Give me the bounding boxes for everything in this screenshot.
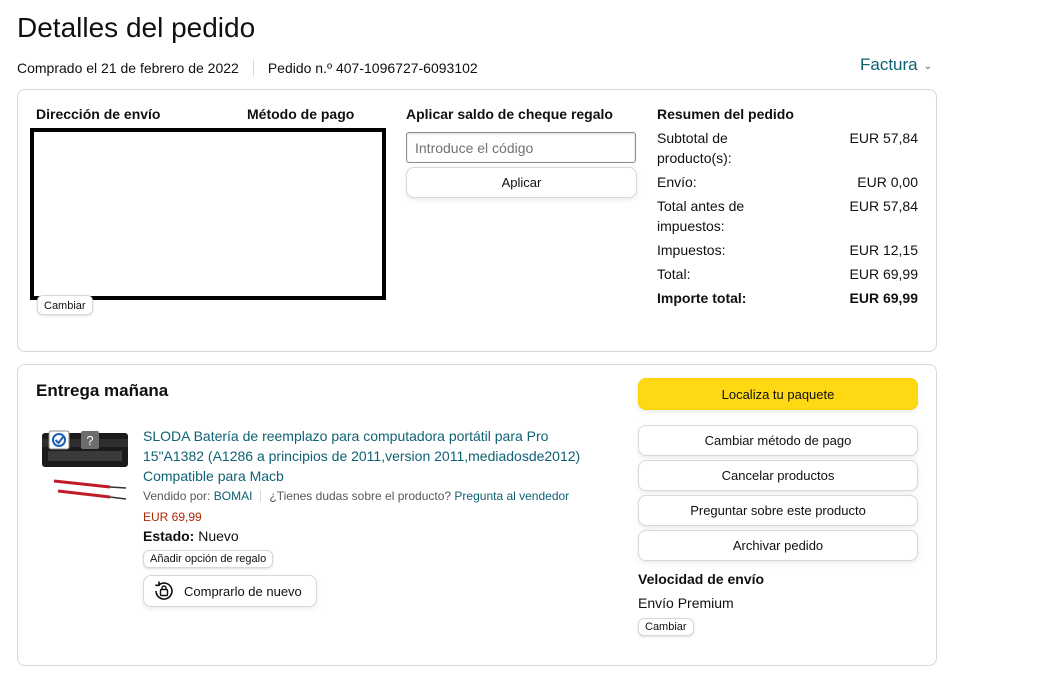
summary-row: Total: EUR 69,99 xyxy=(657,264,918,284)
condition-label: Estado: xyxy=(143,528,195,544)
divider xyxy=(260,490,262,502)
summary-label: Subtotal de producto(s): xyxy=(657,130,732,166)
shipping-speed-value: Envío Premium xyxy=(638,595,734,611)
delivery-title: Entrega mañana xyxy=(36,381,169,400)
condition-value: Nuevo xyxy=(198,528,239,544)
summary-value: EUR 69,99 xyxy=(849,266,918,282)
change-payment-button[interactable]: Cambiar método de pago xyxy=(638,425,918,456)
chevron-down-icon: ⌄ xyxy=(923,60,933,72)
change-shipping-speed-button[interactable]: Cambiar xyxy=(638,618,694,636)
cancel-items-button[interactable]: Cancelar productos xyxy=(638,460,918,491)
summary-value: EUR 57,84 xyxy=(849,130,918,146)
buy-again-button[interactable]: Comprarlo de nuevo xyxy=(143,575,317,607)
summary-label: Total: xyxy=(657,266,691,282)
divider xyxy=(252,60,254,76)
summary-row: Total antes de impuestos: EUR 57,84 xyxy=(657,196,918,236)
delivery-card: Entrega mañana Localiza tu paquete Cambi… xyxy=(17,364,937,666)
grand-total-value: EUR 69,99 xyxy=(849,290,918,306)
payment-method-title: Método de pago xyxy=(247,106,355,122)
order-summary-title: Resumen del pedido xyxy=(657,106,794,122)
sold-by-label: Vendido por: xyxy=(143,489,211,503)
order-info-card: Dirección de envío Método de pago Cambia… xyxy=(17,89,937,352)
product-title-link[interactable]: SLODA Batería de reemplazo para computad… xyxy=(143,426,613,486)
apply-gift-button[interactable]: Aplicar xyxy=(406,167,637,198)
order-number: Pedido n.º 407-1096727-6093102 xyxy=(267,60,478,76)
invoice-label: Factura xyxy=(860,55,918,74)
summary-row: Subtotal de producto(s): EUR 57,84 xyxy=(657,128,918,168)
buy-again-icon xyxy=(155,581,173,600)
order-summary: Subtotal de producto(s): EUR 57,84 Envío… xyxy=(657,128,918,312)
summary-value: EUR 12,15 xyxy=(849,242,918,258)
battery-image: ? xyxy=(42,430,128,500)
buy-again-label: Comprarlo de nuevo xyxy=(184,583,302,599)
ordered-date: Comprado el 21 de febrero de 2022 xyxy=(17,60,239,76)
product-image[interactable]: ? xyxy=(40,425,132,505)
summary-value: EUR 0,00 xyxy=(857,174,918,190)
redacted-box xyxy=(30,128,386,300)
svg-text:?: ? xyxy=(86,433,93,448)
grand-total-row: Importe total: EUR 69,99 xyxy=(657,288,918,308)
ask-product-button[interactable]: Preguntar sobre este producto xyxy=(638,495,918,526)
summary-value: EUR 57,84 xyxy=(849,198,918,214)
summary-label: Total antes de impuestos: xyxy=(657,198,745,234)
page-title: Detalles del pedido xyxy=(17,12,256,43)
seller-line: Vendido por: BOMAI ¿Tienes dudas sobre e… xyxy=(143,489,569,503)
shipping-address-title: Dirección de envío xyxy=(36,106,161,122)
summary-label: Impuestos: xyxy=(657,242,726,258)
question-text: ¿Tienes dudas sobre el producto? xyxy=(269,489,452,503)
gift-card-title: Aplicar saldo de cheque regalo xyxy=(406,106,613,122)
add-gift-option-button[interactable]: Añadir opción de regalo xyxy=(143,550,274,568)
seller-link[interactable]: BOMAI xyxy=(214,489,253,503)
order-meta: Comprado el 21 de febrero de 2022 Pedido… xyxy=(17,60,478,76)
gift-code-input[interactable] xyxy=(406,132,636,163)
ask-seller-link[interactable]: Pregunta al vendedor xyxy=(454,489,569,503)
track-package-button[interactable]: Localiza tu paquete xyxy=(638,378,918,410)
summary-row: Envío: EUR 0,00 xyxy=(657,172,918,192)
product-price: EUR 69,99 xyxy=(143,510,202,524)
summary-row: Impuestos: EUR 12,15 xyxy=(657,240,918,260)
summary-label: Envío: xyxy=(657,174,697,190)
invoice-dropdown[interactable]: Factura ⌄ xyxy=(860,55,932,75)
change-address-button[interactable]: Cambiar xyxy=(37,295,93,315)
product-condition: Estado: Nuevo xyxy=(143,528,239,544)
archive-order-button[interactable]: Archivar pedido xyxy=(638,530,918,561)
shipping-speed-title: Velocidad de envío xyxy=(638,571,765,587)
grand-total-label: Importe total: xyxy=(657,290,747,306)
